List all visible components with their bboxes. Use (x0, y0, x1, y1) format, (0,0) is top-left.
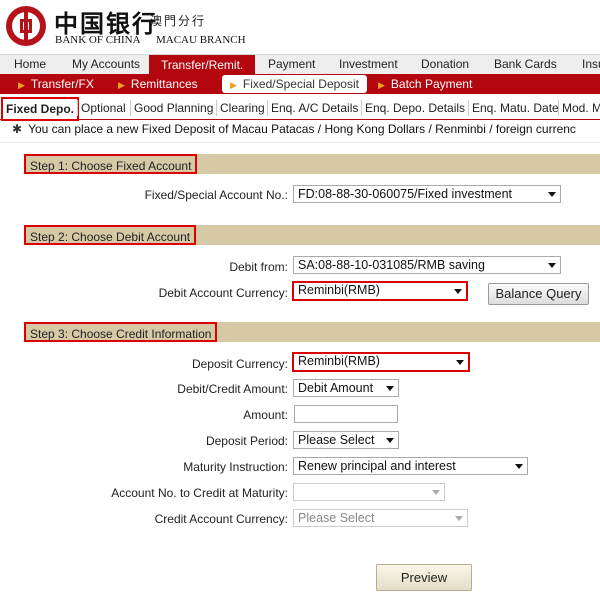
branch-name-english: MACAU BRANCH (156, 34, 246, 46)
preview-button[interactable]: Preview (376, 564, 472, 591)
deposit-currency-label: Deposit Currency: (191, 357, 288, 371)
notice-text: You can place a new Fixed Deposit of Mac… (28, 122, 576, 136)
subnav-remittances[interactable]: ▶ Remittances (118, 77, 198, 91)
chevron-down-icon (432, 490, 440, 495)
nav-investment[interactable]: Investment (339, 57, 398, 71)
deposit-period-label: Deposit Period: (205, 434, 288, 448)
deposit-currency-select[interactable]: Reminbi(RMB) (292, 352, 470, 372)
debit-currency-label: Debit Account Currency: (158, 286, 288, 300)
amount-input[interactable] (294, 405, 398, 423)
nav-my-accounts[interactable]: My Accounts (72, 57, 140, 71)
fixed-account-label: Fixed/Special Account No.: (144, 188, 288, 202)
step1-title: Step 1: Choose Fixed Account (24, 154, 198, 174)
chevron-down-icon (454, 289, 462, 294)
maturity-instruction-label: Maturity Instruction: (183, 460, 288, 474)
tab-fixed-depo[interactable]: Fixed Depo. (1, 97, 80, 121)
step3-header: Step 3: Choose Credit Information (24, 322, 600, 342)
nav-home[interactable]: Home (14, 57, 46, 71)
amount-type-value: Debit Amount (298, 381, 374, 395)
tab-mod-maturity[interactable]: Mod. Ma (560, 99, 600, 117)
subnav-remittances-label: Remittances (130, 77, 198, 91)
nav-insurance[interactable]: Insu (582, 57, 600, 71)
nav-donation[interactable]: Donation (421, 57, 469, 71)
amount-type-select[interactable]: Debit Amount (293, 379, 399, 397)
fixed-account-value: FD:08-88-30-060075/Fixed investment (298, 187, 513, 201)
subnav-transfer-fx-label: Transfer/FX (30, 77, 94, 91)
nav-transfer-remit[interactable]: Transfer/Remit. (149, 55, 256, 75)
subnav-batch-payment[interactable]: ▶ Batch Payment (378, 77, 472, 91)
chevron-down-icon (386, 438, 394, 443)
subnav-fixed-special-deposit[interactable]: ▶ Fixed/Special Deposit (222, 75, 367, 93)
tab-enq-depo-details[interactable]: Enq. Depo. Details (363, 99, 467, 117)
chevron-down-icon (548, 263, 556, 268)
nav-bank-cards[interactable]: Bank Cards (494, 57, 557, 71)
subnav-transfer-fx[interactable]: ▶ Transfer/FX (18, 77, 94, 91)
step2-title: Step 2: Choose Debit Account (24, 225, 197, 245)
subnav-fixed-special-deposit-label: Fixed/Special Deposit (242, 77, 359, 91)
chevron-down-icon (456, 360, 464, 365)
tab-good-planning[interactable]: Good Planning (132, 99, 215, 117)
maturity-instruction-select[interactable]: Renew principal and interest (293, 457, 528, 475)
function-tabs: Fixed Depo. Optional Good Planning Clear… (0, 97, 600, 121)
pin-icon: ✱ (12, 122, 23, 136)
chevron-down-icon (386, 386, 394, 391)
tab-clearing[interactable]: Clearing (218, 99, 267, 117)
arrow-right-icon: ▶ (378, 80, 385, 90)
credit-currency-value: Please Select (298, 511, 375, 525)
arrow-right-icon: ▶ (118, 80, 125, 90)
sub-nav: ▶ Transfer/FX ▶ Remittances ▶ Fixed/Special… (0, 74, 600, 94)
debit-from-select[interactable]: SA:08-88-10-031085/RMB saving (293, 256, 561, 274)
tab-optional[interactable]: Optional (79, 99, 128, 117)
amount-label: Amount: (243, 408, 288, 422)
deposit-currency-value: Reminbi(RMB) (298, 354, 380, 368)
step1-header: Step 1: Choose Fixed Account (24, 154, 600, 174)
deposit-period-select[interactable]: Please Select (293, 431, 399, 449)
main-nav: Home My Accounts Transfer/Remit. Payment… (0, 54, 600, 75)
maturity-instruction-value: Renew principal and interest (298, 459, 456, 473)
deposit-period-value: Please Select (298, 433, 375, 447)
debit-currency-value: Reminbi(RMB) (298, 283, 380, 297)
notice-bar: ✱ You can place a new Fixed Deposit of Ma… (0, 122, 600, 143)
subnav-batch-payment-label: Batch Payment (390, 77, 473, 91)
step2-header: Step 2: Choose Debit Account (24, 225, 600, 245)
chevron-down-icon (548, 192, 556, 197)
arrow-right-icon: ▶ (230, 80, 237, 90)
debit-currency-select[interactable]: Reminbi(RMB) (292, 281, 468, 301)
chevron-down-icon (515, 464, 523, 469)
amount-type-label: Debit/Credit Amount: (177, 382, 288, 396)
chevron-down-icon (455, 516, 463, 521)
tab-enq-matu-date[interactable]: Enq. Matu. Date (470, 99, 561, 117)
credit-account-label: Account No. to Credit at Maturity: (111, 486, 288, 500)
credit-currency-label: Credit Account Currency: (154, 512, 288, 526)
nav-payment[interactable]: Payment (268, 57, 315, 71)
balance-query-button[interactable]: Balance Query (488, 283, 589, 305)
bank-logo-icon (6, 6, 46, 46)
bank-name-english: BANK OF CHINA (55, 34, 141, 46)
debit-from-label: Debit from: (229, 260, 288, 274)
arrow-right-icon: ▶ (18, 80, 25, 90)
tab-enq-ac-details[interactable]: Enq. A/C Details (269, 99, 360, 117)
step3-title: Step 3: Choose Credit Information (24, 322, 218, 342)
fixed-account-select[interactable]: FD:08-88-30-060075/Fixed investment (293, 185, 561, 203)
credit-account-select[interactable] (293, 483, 445, 501)
branch-name-chinese: 澳門分行 (150, 14, 207, 28)
debit-from-value: SA:08-88-10-031085/RMB saving (298, 258, 485, 272)
credit-currency-select[interactable]: Please Select (293, 509, 468, 527)
